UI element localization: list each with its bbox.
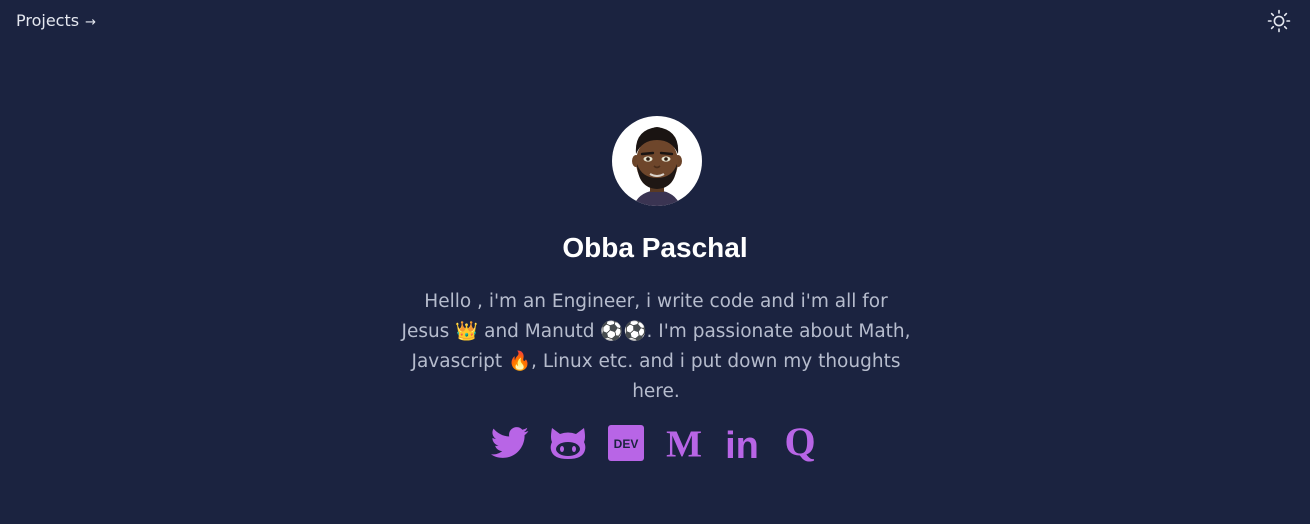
github-link[interactable] (549, 424, 587, 462)
profile-name: Obba Paschal (562, 232, 748, 263)
sun-icon (1267, 9, 1291, 33)
quora-icon: Q (784, 423, 815, 463)
twitter-link[interactable] (491, 424, 529, 462)
dev-link[interactable]: DEV (607, 424, 645, 462)
linkedin-link[interactable]: in (723, 424, 761, 462)
twitter-icon (491, 427, 529, 458)
quora-link[interactable]: Q (781, 423, 819, 463)
projects-link-label: Projects (16, 11, 80, 30)
avatar (612, 116, 702, 206)
profile-bio: Hello , i'm an Engineer, i write code an… (401, 291, 911, 402)
top-bar: Projects → (0, 0, 1310, 44)
linkedin-icon: in (725, 425, 759, 461)
social-links: DEV M in Q (0, 423, 1310, 463)
projects-link[interactable]: Projects → (16, 11, 96, 30)
arrow-right-icon: → (85, 15, 96, 30)
github-icon (550, 428, 586, 459)
dev-icon: DEV (608, 425, 644, 461)
page: Projects → Obba Paschal Hello , i'm an E… (0, 0, 1310, 524)
svg-text:M: M (666, 425, 702, 461)
medium-link[interactable]: M (665, 424, 703, 462)
medium-icon: M (666, 425, 702, 461)
theme-toggle-button[interactable] (1266, 8, 1292, 34)
svg-text:Q: Q (784, 423, 815, 463)
svg-text:in: in (725, 425, 759, 461)
svg-text:DEV: DEV (614, 437, 639, 451)
memoji-avatar-icon (632, 127, 682, 206)
